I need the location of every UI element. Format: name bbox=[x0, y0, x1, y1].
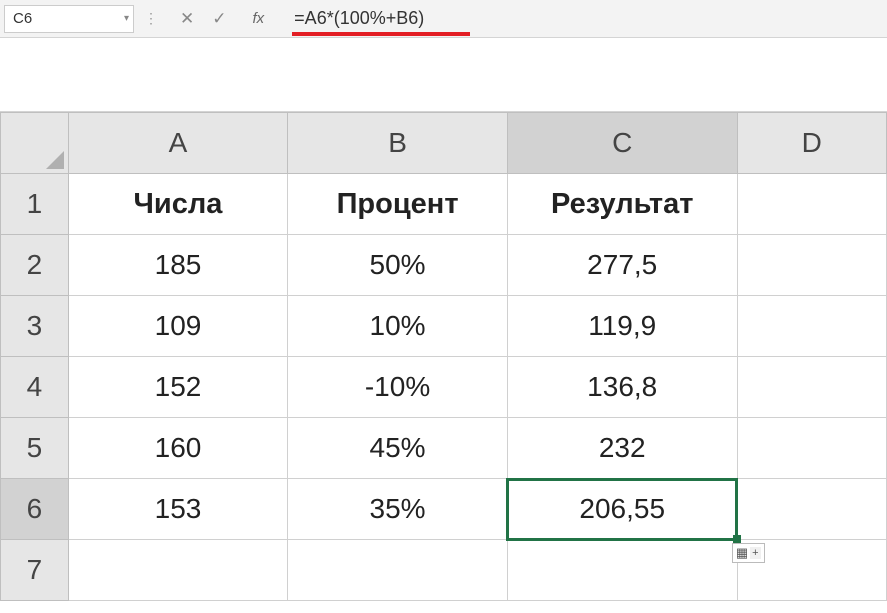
cell-B7[interactable] bbox=[288, 540, 508, 601]
cell-D3[interactable] bbox=[737, 296, 886, 357]
ribbon-gap bbox=[0, 38, 887, 112]
enter-icon[interactable]: ✓ bbox=[212, 9, 226, 29]
fx-icon[interactable]: fx bbox=[245, 10, 273, 27]
col-header-B[interactable]: B bbox=[288, 113, 508, 174]
spreadsheet-grid: A B C D 1 Числа Процент Результат 2 185 … bbox=[0, 112, 887, 601]
cell-B5[interactable]: 45% bbox=[288, 418, 508, 479]
cell-C7[interactable] bbox=[507, 540, 737, 601]
row-header-2[interactable]: 2 bbox=[1, 235, 69, 296]
cell-B1[interactable]: Процент bbox=[288, 174, 508, 235]
row-header-6[interactable]: 6 bbox=[1, 479, 69, 540]
cell-A2[interactable]: 185 bbox=[68, 235, 287, 296]
cell-B6[interactable]: 35% bbox=[288, 479, 508, 540]
cell-C1[interactable]: Результат bbox=[507, 174, 737, 235]
cell-C5[interactable]: 232 bbox=[507, 418, 737, 479]
cell-D1[interactable] bbox=[737, 174, 886, 235]
cell-D4[interactable] bbox=[737, 357, 886, 418]
cell-C6[interactable]: 206,55 ▦+ bbox=[507, 479, 737, 540]
formula-bar-buttons: ✕ ✓ fx bbox=[168, 9, 284, 29]
cell-B3[interactable]: 10% bbox=[288, 296, 508, 357]
cell-B4[interactable]: -10% bbox=[288, 357, 508, 418]
table-row: 1 Числа Процент Результат bbox=[1, 174, 887, 235]
cell-B2[interactable]: 50% bbox=[288, 235, 508, 296]
row-header-7[interactable]: 7 bbox=[1, 540, 69, 601]
autofill-icon: ▦ bbox=[736, 545, 748, 561]
table-row: 5 160 45% 232 bbox=[1, 418, 887, 479]
cell-C2[interactable]: 277,5 bbox=[507, 235, 737, 296]
row-header-4[interactable]: 4 bbox=[1, 357, 69, 418]
name-box-value: C6 bbox=[13, 10, 32, 27]
cell-A6[interactable]: 153 bbox=[68, 479, 287, 540]
table-row: 3 109 10% 119,9 bbox=[1, 296, 887, 357]
row-header-5[interactable]: 5 bbox=[1, 418, 69, 479]
select-all-corner[interactable] bbox=[1, 113, 69, 174]
cell-D5[interactable] bbox=[737, 418, 886, 479]
cell-D2[interactable] bbox=[737, 235, 886, 296]
formula-input-wrap bbox=[288, 5, 883, 33]
cell-A4[interactable]: 152 bbox=[68, 357, 287, 418]
formula-underline bbox=[292, 32, 470, 36]
cell-A7[interactable] bbox=[68, 540, 287, 601]
row-header-3[interactable]: 3 bbox=[1, 296, 69, 357]
cell-A3[interactable]: 109 bbox=[68, 296, 287, 357]
row-header-1[interactable]: 1 bbox=[1, 174, 69, 235]
cell-C3[interactable]: 119,9 bbox=[507, 296, 737, 357]
col-header-D[interactable]: D bbox=[737, 113, 886, 174]
column-header-row: A B C D bbox=[1, 113, 887, 174]
cell-A5[interactable]: 160 bbox=[68, 418, 287, 479]
table-row: 2 185 50% 277,5 bbox=[1, 235, 887, 296]
table-row: 4 152 -10% 136,8 bbox=[1, 357, 887, 418]
chevron-down-icon[interactable]: ▾ bbox=[124, 13, 129, 24]
table-row: 6 153 35% 206,55 ▦+ bbox=[1, 479, 887, 540]
cell-D6[interactable] bbox=[737, 479, 886, 540]
col-header-A[interactable]: A bbox=[68, 113, 287, 174]
col-header-C[interactable]: C bbox=[507, 113, 737, 174]
sheet-table: A B C D 1 Числа Процент Результат 2 185 … bbox=[0, 112, 887, 601]
name-box[interactable]: C6 ▾ bbox=[4, 5, 134, 33]
corner-triangle-icon bbox=[46, 151, 64, 169]
cell-A1[interactable]: Числа bbox=[68, 174, 287, 235]
fill-handle[interactable] bbox=[733, 535, 741, 543]
plus-icon: + bbox=[750, 547, 760, 559]
formula-input[interactable] bbox=[288, 5, 883, 33]
autofill-options-button[interactable]: ▦+ bbox=[732, 543, 765, 563]
cancel-icon[interactable]: ✕ bbox=[180, 9, 194, 29]
cell-C4[interactable]: 136,8 bbox=[507, 357, 737, 418]
formula-bar: C6 ▾ ⋮ ✕ ✓ fx bbox=[0, 0, 887, 38]
resize-handle-icon[interactable]: ⋮ bbox=[138, 10, 164, 27]
